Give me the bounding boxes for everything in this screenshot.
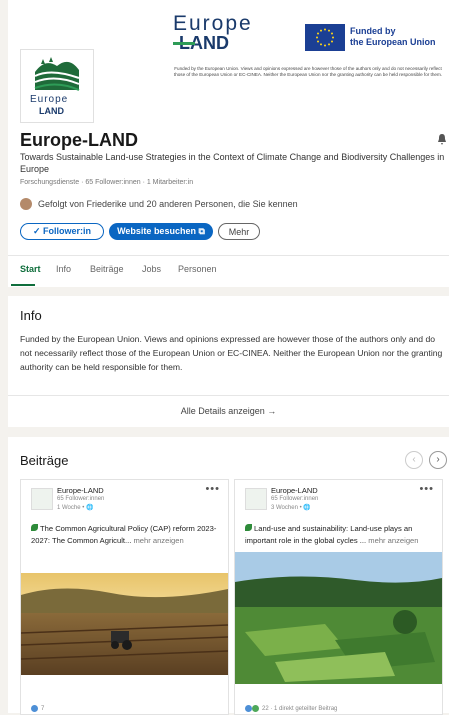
like-reaction-icon: [31, 705, 38, 712]
posts-heading: Beiträge: [20, 453, 69, 468]
tab-posts[interactable]: Beiträge: [90, 264, 124, 274]
info-section: Info Funded by the European Union. Views…: [8, 296, 449, 427]
show-more-link[interactable]: mehr anzeigen: [133, 536, 183, 545]
logo-text-line1: Europe: [30, 94, 69, 105]
post-followers: 65 Follower:innen: [271, 496, 319, 502]
tab-people[interactable]: Personen: [178, 264, 217, 274]
post-text: Land-use and sustainability: Land-use pl…: [245, 523, 435, 547]
visit-website-button[interactable]: Website besuchen ⧉: [109, 223, 213, 240]
post-author[interactable]: Europe-LAND: [57, 486, 104, 495]
eu-flag-icon: [305, 24, 345, 51]
follow-button[interactable]: ✓ Follower:in: [20, 223, 104, 240]
reaction-count: 7: [41, 705, 45, 712]
tab-start[interactable]: Start: [20, 264, 41, 274]
carousel-prev-button[interactable]: ‹: [405, 451, 423, 469]
post-options-icon[interactable]: •••: [205, 483, 220, 495]
post-reactions[interactable]: 7: [31, 705, 44, 712]
posts-section: Beiträge ‹ › Europe-LAND 65 Follower:inn…: [8, 437, 449, 715]
followed-by-text: Gefolgt von Friederike und 20 anderen Pe…: [38, 199, 298, 209]
company-header-card: Europe LAND Funded by the European Union…: [8, 0, 449, 287]
post-author[interactable]: Europe-LAND: [271, 486, 318, 495]
post-image-landscape[interactable]: [235, 552, 442, 684]
info-heading: Info: [20, 308, 42, 323]
banner-europe-land-logo: Europe LAND: [173, 12, 253, 52]
post-author-logo: [245, 488, 267, 510]
logo-text-line2: LAND: [39, 106, 64, 116]
banner-logo-line1: Europe: [173, 12, 253, 35]
show-all-details-link[interactable]: Alle Details anzeigen →: [8, 395, 449, 428]
post-image-tractor-field[interactable]: [21, 573, 228, 675]
post-time: 3 Wochen • 🌐: [271, 505, 311, 511]
post-text: The Common Agricultural Policy (CAP) ref…: [31, 523, 221, 547]
post-card[interactable]: Europe-LAND 65 Follower:innen 3 Wochen •…: [234, 479, 443, 715]
active-tab-indicator: [11, 284, 35, 286]
post-options-icon[interactable]: •••: [419, 483, 434, 495]
banner-disclaimer: Funded by the European Union. Views and …: [173, 66, 443, 77]
page-title: Europe-LAND: [20, 130, 138, 150]
like-reaction-icon: [245, 705, 252, 712]
company-logo[interactable]: Europe LAND: [20, 49, 94, 123]
followed-by-row[interactable]: Gefolgt von Friederike und 20 anderen Pe…: [20, 198, 298, 210]
tab-jobs[interactable]: Jobs: [142, 264, 161, 274]
post-author-logo: [31, 488, 53, 510]
bell-icon[interactable]: [437, 133, 447, 148]
leaf-icon: [245, 524, 252, 531]
funded-by-eu-label: Funded by the European Union: [350, 26, 436, 48]
reaction-count: 22 · 1 direkt geteilter Beitrag: [262, 705, 338, 712]
funded-line2: the European Union: [350, 37, 436, 47]
post-body: The Common Agricultural Policy (CAP) ref…: [31, 524, 217, 545]
landscape-logo-icon: [34, 57, 80, 91]
post-reactions[interactable]: 22 · 1 direkt geteilter Beitrag: [245, 705, 337, 712]
post-time: 1 Woche • 🌐: [57, 505, 94, 511]
avatar: [20, 198, 32, 210]
more-button[interactable]: Mehr: [218, 223, 260, 240]
post-followers: 65 Follower:innen: [57, 496, 105, 502]
company-tagline: Towards Sustainable Land-use Strategies …: [20, 152, 445, 174]
banner-logo-bar: [173, 42, 195, 45]
company-meta: Forschungsdienste · 65 Follower:innen · …: [20, 179, 194, 186]
info-text: Funded by the European Union. Views and …: [20, 334, 443, 372]
post-card[interactable]: Europe-LAND 65 Follower:innen 1 Woche • …: [20, 479, 229, 715]
show-more-link[interactable]: mehr anzeigen: [368, 536, 418, 545]
tab-info[interactable]: Info: [56, 264, 71, 274]
support-reaction-icon: [252, 705, 259, 712]
tab-bar: Start Info Beiträge Jobs Personen: [8, 255, 449, 288]
funded-line1: Funded by: [350, 26, 396, 36]
leaf-icon: [31, 524, 38, 531]
carousel-next-button[interactable]: ›: [429, 451, 447, 469]
